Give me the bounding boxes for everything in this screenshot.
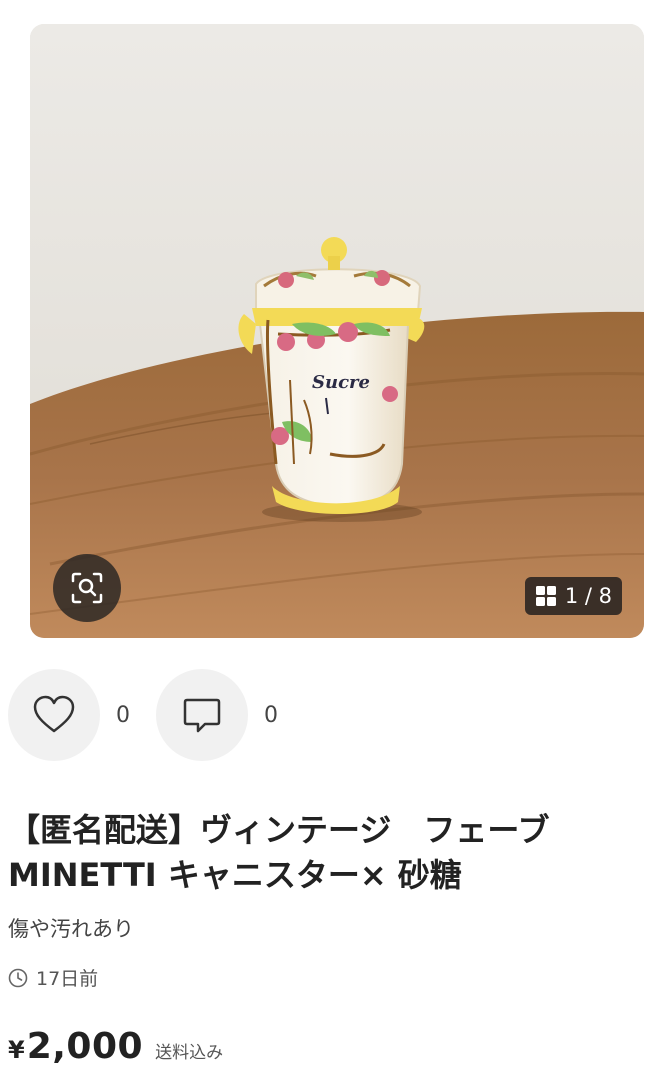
clock-icon (8, 968, 28, 987)
comment-count: 0 (264, 702, 278, 728)
like-count: 0 (116, 702, 130, 728)
currency-symbol: ¥ (8, 1036, 25, 1064)
photo-counter-text: 1 / 8 (564, 584, 612, 608)
comment-button[interactable] (156, 669, 248, 761)
comment-icon (183, 698, 221, 733)
action-bar: 0 0 (8, 669, 304, 761)
grid-icon (535, 586, 556, 606)
photo-counter[interactable]: 1 / 8 (524, 577, 622, 615)
item-title: 【匿名配送】ヴィンテージ フェーブ MINETTI キャニスター× 砂糖 (8, 808, 648, 898)
product-photo-image: Sucre (30, 24, 644, 638)
zoom-photo-button[interactable] (53, 554, 121, 622)
shipping-note: 送料込み (155, 1043, 224, 1063)
item-condition: 傷や汚れあり (8, 917, 134, 941)
heart-icon (33, 695, 75, 733)
posted-time: 17日前 (8, 964, 98, 991)
like-button[interactable] (8, 669, 100, 761)
item-title-line-2: MINETTI キャニスター× 砂糖 (8, 856, 462, 894)
posted-time-text: 17日前 (36, 968, 99, 990)
item-title-line-1: 【匿名配送】ヴィンテージ フェーブ (8, 811, 550, 849)
canister-label-text: Sucre (312, 372, 370, 393)
price: ¥ 2,000 送料込み (8, 1026, 223, 1067)
product-photo[interactable]: Sucre 1 / 8 (30, 24, 644, 638)
price-amount: 2,000 (26, 1026, 144, 1067)
image-search-icon (71, 572, 103, 604)
